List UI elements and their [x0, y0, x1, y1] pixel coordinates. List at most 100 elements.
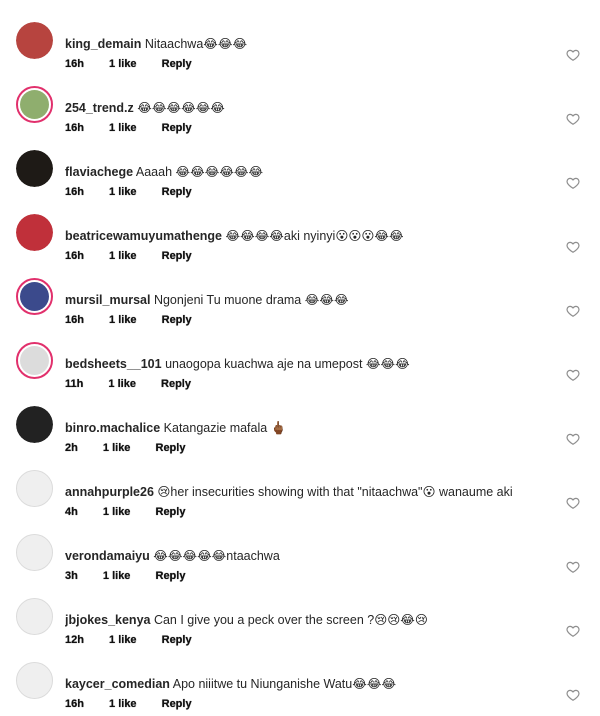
comment-username[interactable]: beatricewamuyumathenge	[65, 229, 222, 243]
avatar[interactable]	[16, 470, 53, 507]
comment-time: 2h	[65, 442, 78, 454]
comment-time: 16h	[65, 250, 84, 262]
reply-button[interactable]: Reply	[162, 58, 192, 70]
comment-meta: 16h 1 like Reply	[65, 122, 214, 134]
comment-time: 12h	[65, 634, 84, 646]
reply-button[interactable]: Reply	[162, 250, 192, 262]
comment-username[interactable]: 254_trend.z	[65, 101, 134, 115]
reply-button[interactable]: Reply	[162, 186, 192, 198]
avatar[interactable]	[16, 342, 53, 379]
avatar-image	[20, 90, 49, 119]
avatar-image	[20, 346, 49, 375]
comment-body: unaogopa kuachwa aje na umepost 😂😂😂	[165, 357, 410, 371]
comment-body: Katangazie mafala 🖕🏾	[163, 421, 287, 435]
comment-text-line: mursil_mursal Ngonjeni Tu muone drama 😂😂…	[65, 293, 349, 308]
comment-username[interactable]: jbjokes_kenya	[65, 613, 150, 627]
comment-likes[interactable]: 1 like	[109, 250, 137, 262]
comment-username[interactable]: binro.machalice	[65, 421, 160, 435]
comment-item-jbjokes_kenya: jbjokes_kenya Can I give you a peck over…	[0, 588, 600, 652]
comment-body: Nitaachwa😂😂😂	[144, 37, 248, 51]
avatar-image	[17, 663, 52, 698]
comment-time: 3h	[65, 570, 78, 582]
comment-item-254_trend.z: 254_trend.z 😂😂😂😂😂😂 16h 1 like Reply	[0, 76, 600, 140]
reply-button[interactable]: Reply	[162, 122, 192, 134]
comment-item-flaviachege: flaviachege Aaaah 😂😂😂😂😂😂 16h 1 like Repl…	[0, 140, 600, 204]
comment-text-line: binro.machalice Katangazie mafala 🖕🏾	[65, 421, 286, 436]
comment-time: 16h	[65, 122, 84, 134]
comment-meta: 16h 1 like Reply	[65, 314, 214, 326]
comment-likes[interactable]: 1 like	[103, 570, 131, 582]
comment-time: 16h	[65, 186, 84, 198]
comment-time: 16h	[65, 698, 84, 710]
comment-likes[interactable]: 1 like	[109, 122, 137, 134]
comment-username[interactable]: flaviachege	[65, 165, 133, 179]
comment-text-line: beatricewamuyumathenge 😂😂😂😂aki nyinyi😮😮😮…	[65, 229, 404, 244]
heart-outline-icon[interactable]	[566, 688, 580, 702]
comment-username[interactable]: verondamaiyu	[65, 549, 150, 563]
comment-body: Can I give you a peck over the screen ?😢…	[153, 613, 428, 627]
avatar-image	[16, 214, 53, 251]
comment-likes[interactable]: 1 like	[103, 442, 131, 454]
avatar[interactable]	[16, 214, 53, 251]
comment-meta: 16h 1 like Reply	[65, 58, 214, 70]
reply-button[interactable]: Reply	[162, 314, 192, 326]
heart-outline-icon[interactable]	[566, 624, 580, 638]
avatar[interactable]	[16, 662, 53, 699]
avatar[interactable]	[16, 598, 53, 635]
comment-item-binro.machalice: binro.machalice Katangazie mafala 🖕🏾 2h …	[0, 396, 600, 460]
comment-time: 11h	[65, 378, 84, 390]
heart-outline-icon[interactable]	[566, 368, 580, 382]
comment-time: 16h	[65, 58, 84, 70]
comment-meta: 16h 1 like Reply	[65, 698, 214, 710]
avatar[interactable]	[16, 22, 53, 59]
heart-outline-icon[interactable]	[566, 112, 580, 126]
comment-likes[interactable]: 1 like	[109, 186, 137, 198]
comment-username[interactable]: king_demain	[65, 37, 141, 51]
comment-likes[interactable]: 1 like	[109, 634, 137, 646]
comment-item-bedsheets__101: bedsheets__101 unaogopa kuachwa aje na u…	[0, 332, 600, 396]
comment-text-line: jbjokes_kenya Can I give you a peck over…	[65, 613, 428, 628]
reply-button[interactable]: Reply	[161, 378, 191, 390]
comment-body: Aaaah 😂😂😂😂😂😂	[135, 165, 264, 179]
avatar[interactable]	[16, 278, 53, 315]
comment-username[interactable]: kaycer_comedian	[65, 677, 170, 691]
avatar-image	[16, 22, 53, 59]
avatar[interactable]	[16, 406, 53, 443]
comment-item-kaycer_comedian: kaycer_comedian Apo niiitwe tu Niunganis…	[0, 652, 600, 716]
reply-button[interactable]: Reply	[162, 634, 192, 646]
avatar[interactable]	[16, 534, 53, 571]
heart-outline-icon[interactable]	[566, 48, 580, 62]
comments-list: king_demain Nitaachwa😂😂😂 16h 1 like Repl…	[0, 0, 600, 710]
comment-body: 😢her insecurities showing with that "nit…	[157, 485, 513, 499]
reply-button[interactable]: Reply	[162, 698, 192, 710]
comment-likes[interactable]: 1 like	[108, 378, 136, 390]
heart-outline-icon[interactable]	[566, 560, 580, 574]
comment-meta: 16h 1 like Reply	[65, 186, 214, 198]
heart-outline-icon[interactable]	[566, 304, 580, 318]
avatar[interactable]	[16, 86, 53, 123]
comment-likes[interactable]: 1 like	[109, 314, 137, 326]
reply-button[interactable]: Reply	[156, 570, 186, 582]
comment-time: 16h	[65, 314, 84, 326]
comment-text-line: bedsheets__101 unaogopa kuachwa aje na u…	[65, 357, 410, 372]
reply-button[interactable]: Reply	[156, 506, 186, 518]
comment-likes[interactable]: 1 like	[109, 58, 137, 70]
heart-outline-icon[interactable]	[566, 496, 580, 510]
comment-text-line: king_demain Nitaachwa😂😂😂	[65, 37, 247, 52]
reply-button[interactable]: Reply	[156, 442, 186, 454]
comment-username[interactable]: bedsheets__101	[65, 357, 162, 371]
heart-outline-icon[interactable]	[566, 432, 580, 446]
heart-outline-icon[interactable]	[566, 176, 580, 190]
comment-body: Ngonjeni Tu muone drama 😂😂😂	[153, 293, 349, 307]
comment-item-king_demain: king_demain Nitaachwa😂😂😂 16h 1 like Repl…	[0, 12, 600, 76]
avatar[interactable]	[16, 150, 53, 187]
comment-meta: 11h 1 like Reply	[65, 378, 213, 390]
comment-likes[interactable]: 1 like	[109, 698, 137, 710]
comment-username[interactable]: mursil_mursal	[65, 293, 150, 307]
heart-outline-icon[interactable]	[566, 240, 580, 254]
avatar-image	[17, 471, 52, 506]
comment-username[interactable]: annahpurple26	[65, 485, 154, 499]
comment-text-line: kaycer_comedian Apo niiitwe tu Niunganis…	[65, 677, 396, 692]
avatar-image	[16, 150, 53, 187]
comment-likes[interactable]: 1 like	[103, 506, 131, 518]
